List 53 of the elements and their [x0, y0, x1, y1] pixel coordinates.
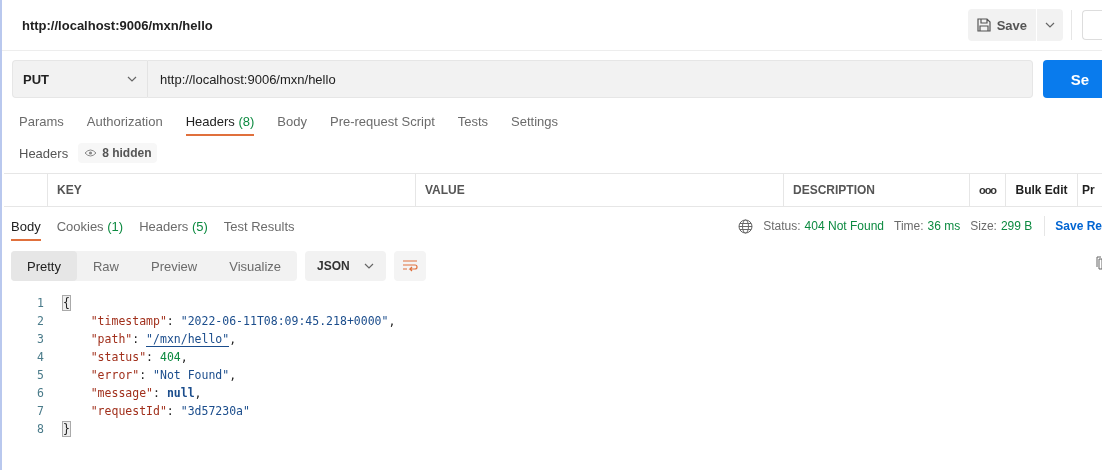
- code-line: "path": "/mxn/hello",: [89, 332, 237, 346]
- line-number: 4: [36, 350, 45, 364]
- headers-label: Headers: [19, 145, 69, 161]
- url-field[interactable]: http://localhost:9006/mxn/hello: [148, 60, 1033, 98]
- save-button[interactable]: Save: [967, 9, 1036, 41]
- response-stat: Time: 36 ms: [894, 219, 961, 233]
- code-line: "timestamp": "2022-06-11T08:09:45.218+0000",: [89, 314, 396, 328]
- line-number: 6: [36, 386, 45, 400]
- format-dropdown[interactable]: JSON: [305, 251, 386, 281]
- wrap-icon: [401, 260, 418, 272]
- line-number: 1: [36, 296, 45, 310]
- method-dropdown[interactable]: PUT: [12, 60, 148, 98]
- line-number: 8: [36, 422, 45, 436]
- request-tab[interactable]: Tests: [457, 106, 489, 136]
- column-header: KEY: [47, 174, 415, 206]
- column-header: Pr: [1077, 174, 1095, 206]
- eye-icon: [84, 149, 98, 157]
- caret-icon: [1045, 22, 1055, 28]
- column-header: VALUE: [415, 174, 783, 206]
- request-tab[interactable]: Body: [277, 106, 307, 136]
- request-tab[interactable]: Authorization: [86, 106, 163, 136]
- copy-icon[interactable]: [1096, 256, 1102, 270]
- send-button[interactable]: Se: [1042, 60, 1102, 98]
- line-number: 2: [36, 314, 45, 328]
- request-title: http://localhost:9006/mxn/hello: [22, 17, 214, 33]
- caret-icon: [127, 76, 137, 82]
- request-tab[interactable]: Params: [19, 106, 64, 136]
- response-tab[interactable]: Test Results: [223, 211, 295, 241]
- wrap-lines-button[interactable]: [393, 251, 426, 281]
- code-line: "message": null,: [89, 386, 202, 400]
- line-number: 5: [36, 368, 45, 382]
- hidden-headers-toggle[interactable]: 8 hidden: [78, 143, 158, 163]
- code-line: "error": "Not Found",: [89, 368, 237, 382]
- code-line: "requestId": "3d57230a": [89, 404, 250, 418]
- request-tab[interactable]: Settings: [511, 106, 559, 136]
- view-mode-tab[interactable]: Pretty: [11, 251, 77, 281]
- globe-icon: [738, 218, 754, 234]
- caret-icon: [363, 263, 374, 269]
- view-mode-tab[interactable]: Raw: [76, 251, 135, 281]
- response-tab[interactable]: Cookies (1): [56, 211, 124, 241]
- save-response-button[interactable]: Save Re: [1044, 216, 1102, 236]
- view-mode-tab[interactable]: Visualize: [213, 251, 298, 281]
- line-number: 3: [36, 332, 45, 346]
- view-mode-tab[interactable]: Preview: [135, 251, 214, 281]
- response-stat: Size: 299 B: [970, 219, 1033, 233]
- line-number: 7: [36, 404, 45, 418]
- request-tab[interactable]: Pre-request Script: [330, 106, 435, 136]
- response-tab[interactable]: Headers (5): [139, 211, 208, 241]
- request-tab[interactable]: Headers (8): [185, 106, 255, 136]
- code-line: "status": 404,: [89, 350, 188, 364]
- response-tab[interactable]: Body: [11, 211, 41, 241]
- response-stat: Status: 404 Not Found: [763, 219, 884, 233]
- save-options-button[interactable]: [1037, 9, 1063, 41]
